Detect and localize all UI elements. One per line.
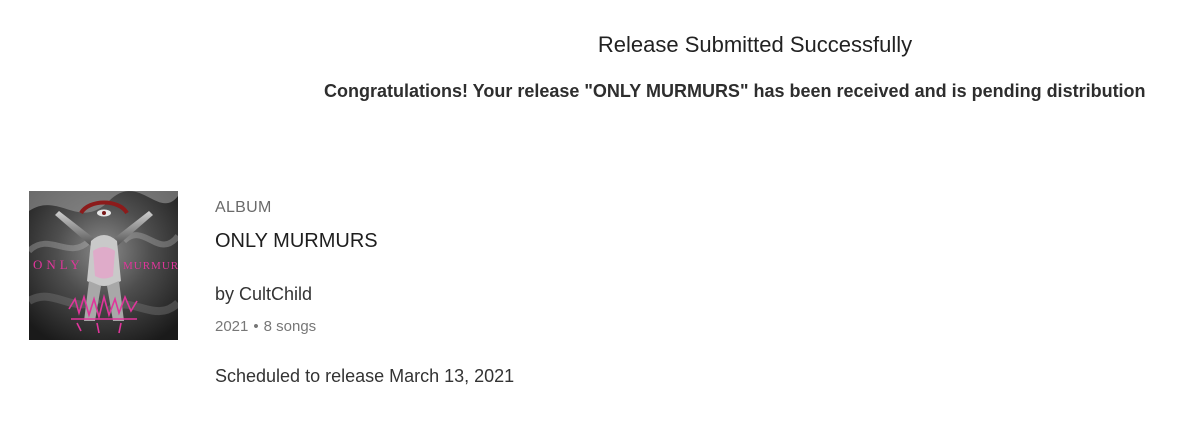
album-cover-image: ONLY MURMURS (29, 191, 178, 340)
cover-text-right: MURMURS (123, 260, 178, 272)
release-year: 2021 (215, 318, 249, 335)
cover-text-left: ONLY (33, 257, 84, 272)
confirmation-message: Congratulations! Your release "ONLY MURM… (324, 81, 1146, 101)
release-meta: 2021 • 8 songs (215, 318, 316, 335)
meta-separator: • (253, 318, 259, 335)
page-title: Release Submitted Successfully (597, 32, 913, 57)
album-title: ONLY MURMURS (215, 230, 378, 252)
song-count: 8 songs (263, 318, 317, 335)
artist-line: by CultChild (215, 284, 313, 304)
release-schedule: Scheduled to release March 13, 2021 (215, 366, 515, 386)
release-type-label: ALBUM (215, 199, 272, 216)
